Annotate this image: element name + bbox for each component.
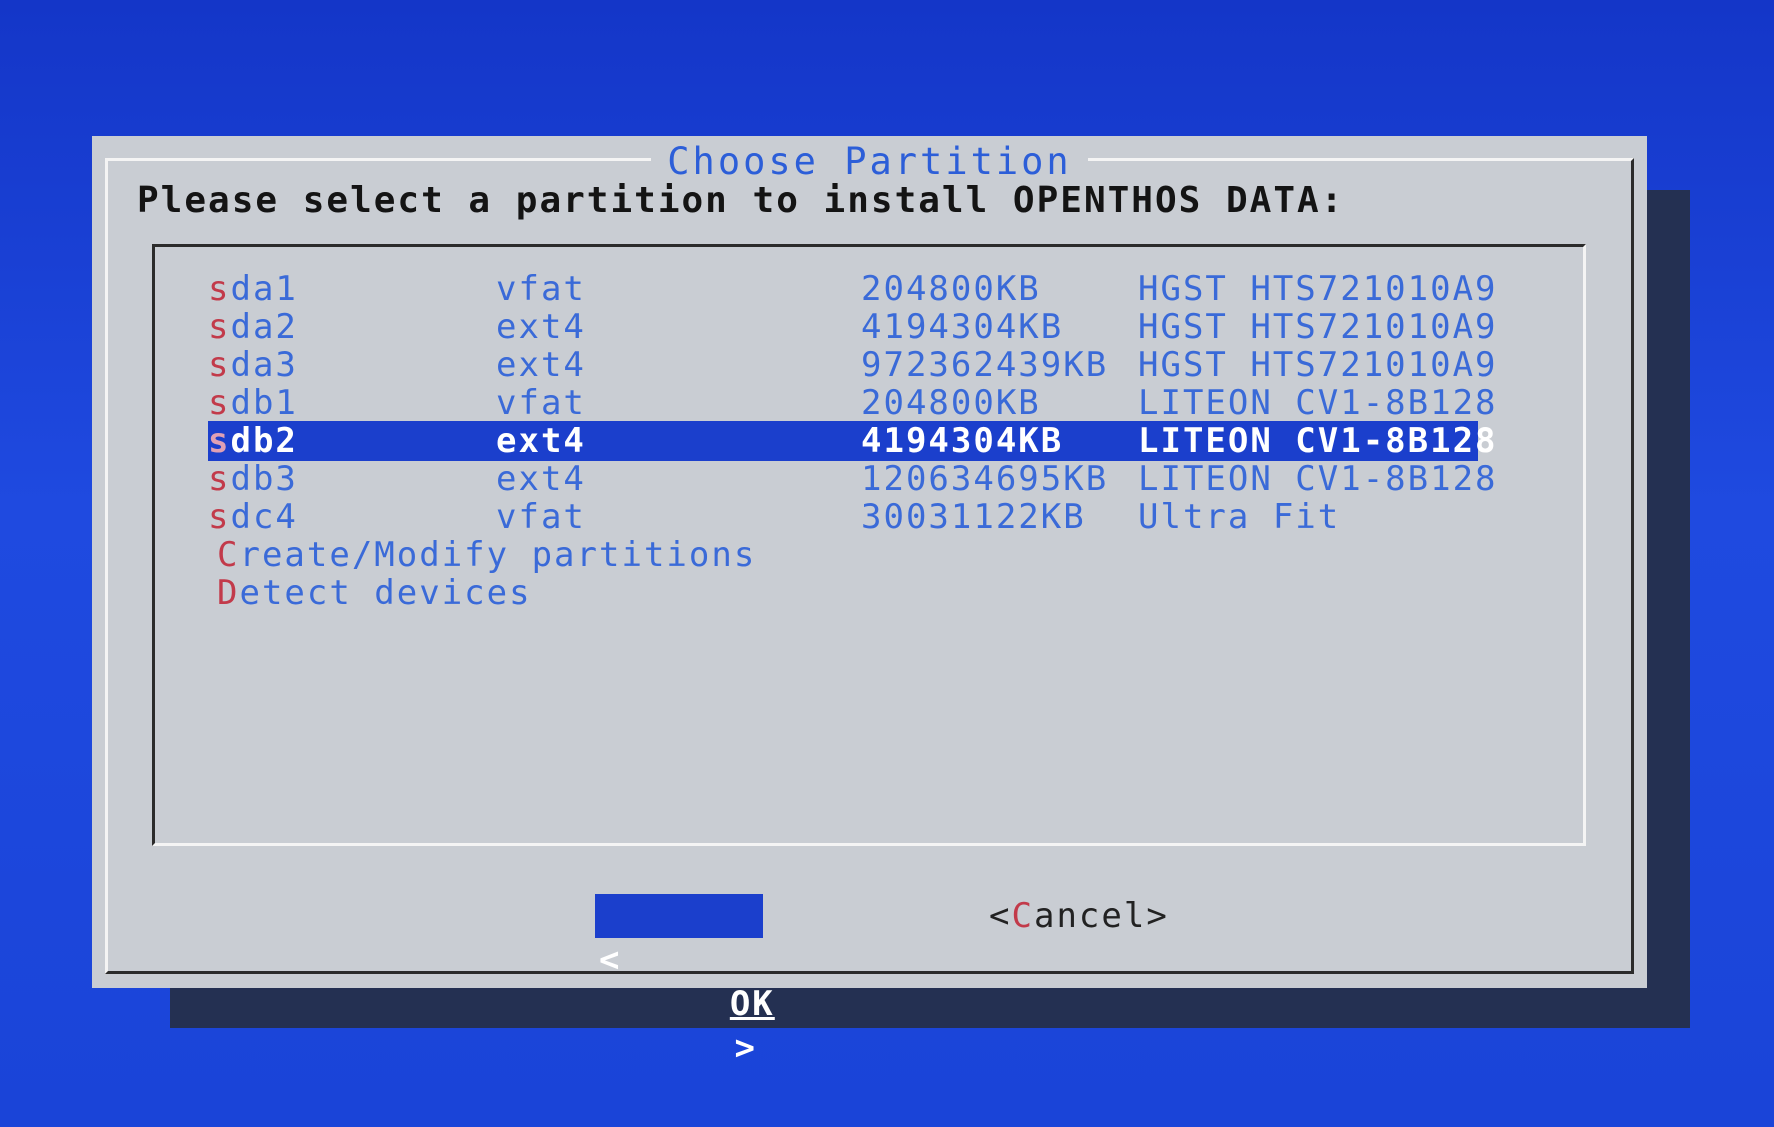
partition-row[interactable]: sdb2 ext4 4194304KB LITEON CV1-8B128 (208, 421, 1496, 461)
partition-size: 204800KB (861, 269, 1041, 309)
partition-device-model: HGST HTS721010A9 (1138, 269, 1498, 309)
detect-devices-item[interactable]: Detect devices (217, 573, 1487, 613)
partition-name-hotkey: s (208, 497, 231, 537)
cancel-button-open: < (989, 896, 1012, 936)
partition-filesystem: vfat (496, 269, 586, 309)
partition-name-hotkey: s (208, 345, 231, 385)
partition-name: sdb3 (208, 459, 298, 499)
partition-size: 972362439KB (861, 345, 1109, 385)
partition-name: sda2 (208, 307, 298, 347)
partition-size: 120634695KB (861, 459, 1109, 499)
partition-name: sdb1 (208, 383, 298, 423)
partition-name-rest: db3 (230, 459, 298, 499)
partition-row[interactable]: sda1 vfat 204800KB HGST HTS721010A9 (208, 269, 1496, 309)
partition-name: sdc4 (208, 497, 298, 537)
partition-device-model: LITEON CV1-8B128 (1138, 459, 1498, 499)
partition-name-hotkey: s (208, 421, 231, 461)
partition-device-model: HGST HTS721010A9 (1138, 345, 1498, 385)
partition-size: 30031122KB (861, 497, 1086, 537)
partition-name-hotkey: s (208, 383, 231, 423)
partition-filesystem: ext4 (496, 345, 586, 385)
create-modify-partitions-item[interactable]: Create/Modify partitions (217, 535, 1487, 575)
partition-size: 204800KB (861, 383, 1041, 423)
dialog-prompt: Please select a partition to install OPE… (137, 180, 1345, 221)
dialog-title-text: Choose Partition (651, 140, 1088, 183)
partition-name-rest: db1 (230, 383, 298, 423)
partition-filesystem: ext4 (496, 459, 586, 499)
screen: Choose Partition Please select a partiti… (0, 0, 1774, 1127)
partition-name-rest: da3 (230, 345, 298, 385)
partition-menu: sda1 vfat 204800KB HGST HTS721010A9 sda2 ext4… (152, 244, 1586, 846)
partition-filesystem: vfat (496, 497, 586, 537)
menu-action-hotkey: D (217, 573, 240, 613)
ok-button-left-bracket: < (599, 940, 622, 980)
partition-device-model: LITEON CV1-8B128 (1138, 421, 1498, 461)
partition-filesystem: ext4 (496, 307, 586, 347)
partition-name-hotkey: s (208, 269, 231, 309)
partition-row[interactable]: sda3 ext4 972362439KB HGST HTS721010A9 (208, 345, 1496, 385)
cancel-button-hotkey: C (1011, 896, 1034, 936)
partition-size: 4194304KB (861, 421, 1064, 461)
partition-device-model: Ultra Fit (1138, 497, 1341, 537)
partition-row[interactable]: sda2 ext4 4194304KB HGST HTS721010A9 (208, 307, 1496, 347)
choose-partition-dialog: Choose Partition Please select a partiti… (92, 136, 1647, 1068)
partition-name-rest: da1 (230, 269, 298, 309)
menu-action-label: etect devices (239, 573, 532, 613)
partition-name: sdb2 (208, 421, 298, 461)
partition-name-hotkey: s (208, 459, 231, 499)
cancel-button-rest: ancel> (1033, 896, 1169, 936)
partition-device-model: HGST HTS721010A9 (1138, 307, 1498, 347)
partition-size: 4194304KB (861, 307, 1064, 347)
ok-button-label: OK (729, 984, 775, 1024)
ok-button[interactable]: < OK > (595, 894, 773, 1068)
partition-name-rest: da2 (230, 307, 298, 347)
partition-name: sda1 (208, 269, 298, 309)
partition-name: sda3 (208, 345, 298, 385)
partition-name-rest: db2 (230, 421, 298, 461)
dialog-title: Choose Partition (92, 140, 1647, 183)
partition-row[interactable]: sdb3 ext4 120634695KB LITEON CV1-8B128 (208, 459, 1496, 499)
ok-button-right-bracket: > (734, 1028, 757, 1068)
partition-name-rest: dc4 (230, 497, 298, 537)
partition-row[interactable]: sdc4 vfat 30031122KB Ultra Fit (208, 497, 1478, 537)
cancel-button[interactable]: <Cancel> (989, 894, 1169, 938)
partition-name-hotkey: s (208, 307, 231, 347)
menu-action-label: reate/Modify partitions (239, 535, 757, 575)
menu-action-hotkey: C (217, 535, 240, 575)
partition-filesystem: ext4 (496, 421, 586, 461)
partition-device-model: LITEON CV1-8B128 (1138, 383, 1498, 423)
partition-row[interactable]: sdb1 vfat 204800KB LITEON CV1-8B128 (208, 383, 1496, 423)
partition-filesystem: vfat (496, 383, 586, 423)
